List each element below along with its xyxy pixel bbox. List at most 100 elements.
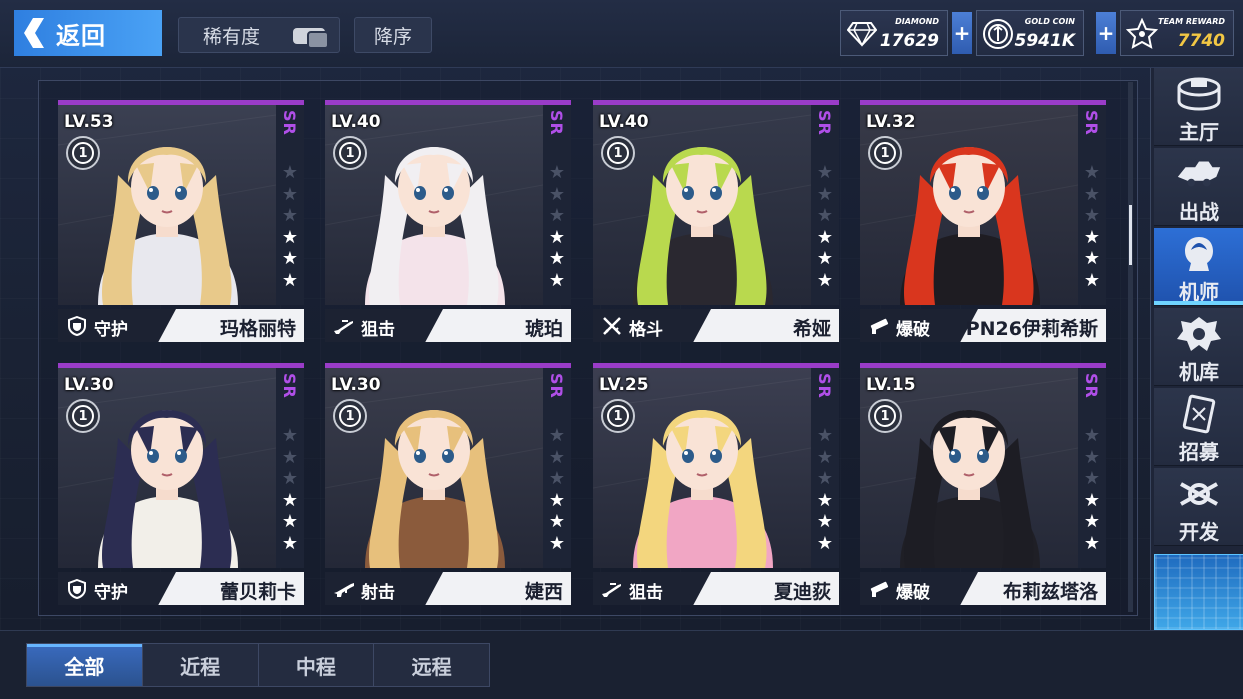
portrait-frame (860, 368, 1078, 568)
rifle-icon (333, 578, 355, 600)
role-label: 狙击 (361, 320, 395, 340)
star-filled-icon: ★ (281, 489, 299, 511)
pilot-info-bar: 射击 婕西 (325, 572, 571, 605)
role-label: 守护 (94, 583, 128, 603)
scrollbar-track[interactable] (1128, 82, 1133, 612)
rank-badge: 1 (601, 399, 635, 433)
portrait-frame (58, 105, 276, 305)
minimap-thumbnail[interactable] (1154, 554, 1243, 630)
sniper-rifle-icon (333, 315, 355, 337)
pilot-info-bar: 爆破 PN26伊莉希斯 (860, 309, 1106, 342)
star-filled-icon: ★ (548, 532, 566, 554)
add-gold-button[interactable]: + (1096, 12, 1116, 54)
rank-badge: 1 (66, 399, 100, 433)
sort-rarity-button[interactable]: 稀有度 (178, 17, 340, 53)
tab-all-label: 全部 (64, 654, 105, 679)
sidebar-label-hall: 主厅 (1179, 120, 1219, 144)
rarity-label: SR (547, 373, 566, 399)
level-label: LV.30 (64, 375, 114, 395)
gold-coin-value: 5941K (1014, 31, 1076, 51)
range-filter-tabs: 全部 近程 中程 远程 (26, 643, 490, 687)
pilot-card[interactable]: SR ★ ★ ★ ★ ★ ★ LV.30 1 守护 蕾贝莉卡 (58, 363, 304, 605)
rank-value: 1 (72, 142, 94, 164)
star-filled-icon: ★ (1083, 511, 1101, 532)
star-filled-icon: ★ (1083, 248, 1101, 269)
chevron-left-icon (18, 10, 48, 56)
star-filled-icon: ★ (548, 511, 566, 532)
role-box: 狙击 (593, 572, 711, 605)
star-empty-icon: ★ (548, 162, 566, 183)
star-empty-icon: ★ (1083, 162, 1101, 183)
tab-long-range[interactable]: 远程 (374, 644, 489, 686)
crossed-swords-icon (601, 315, 623, 337)
level-label: LV.25 (599, 375, 649, 395)
star-filled-icon: ★ (1083, 269, 1101, 291)
star-empty-icon: ★ (816, 205, 834, 226)
star-empty-icon: ★ (548, 446, 566, 468)
star-filled-icon: ★ (281, 269, 299, 291)
sidebar-item-develop[interactable]: 开发 (1154, 468, 1243, 546)
star-rating: ★ ★ ★ ★ ★ ★ (813, 162, 837, 291)
character-portrait (860, 368, 1078, 568)
pilot-card[interactable]: SR ★ ★ ★ ★ ★ ★ LV.53 1 守护 玛格丽特 (58, 100, 304, 342)
sort-order-button[interactable]: 降序 (354, 17, 432, 53)
pilot-card[interactable]: SR ★ ★ ★ ★ ★ ★ LV.32 1 爆破 PN26伊莉希斯 (860, 100, 1106, 342)
role-box: 爆破 (860, 309, 978, 342)
scrollbar-thumb[interactable] (1129, 205, 1132, 265)
character-portrait (860, 105, 1078, 305)
star-rating: ★ ★ ★ ★ ★ ★ (1080, 425, 1104, 554)
role-label: 守护 (94, 320, 128, 340)
sidebar-item-hangar[interactable]: 机库 (1154, 308, 1243, 386)
pilot-name: 婕西 (524, 581, 563, 603)
pilot-card[interactable]: SR ★ ★ ★ ★ ★ ★ LV.15 1 爆破 布莉兹塔洛 (860, 363, 1106, 605)
rank-badge: 1 (868, 136, 902, 170)
star-empty-icon: ★ (1083, 468, 1101, 489)
pilot-card[interactable]: SR ★ ★ ★ ★ ★ ★ LV.40 1 狙击 琥珀 (325, 100, 571, 342)
tab-short-range[interactable]: 近程 (143, 644, 259, 686)
hall-icon (1174, 74, 1224, 114)
back-button[interactable]: 返回 (14, 10, 162, 56)
tab-all[interactable]: 全部 (27, 644, 143, 686)
star-filled-icon: ★ (548, 489, 566, 511)
diamond-counter: DIAMOND 17629 (840, 10, 948, 56)
star-empty-icon: ★ (281, 425, 299, 446)
level-label: LV.40 (599, 112, 649, 132)
level-label: LV.40 (331, 112, 381, 132)
portrait-frame (593, 105, 811, 305)
pilot-icon (1174, 234, 1224, 274)
sort-order-label: 降序 (373, 25, 412, 48)
star-empty-icon: ★ (816, 446, 834, 468)
role-box: 守护 (58, 572, 176, 605)
add-diamond-button[interactable]: + (952, 12, 972, 54)
pilot-card[interactable]: SR ★ ★ ★ ★ ★ ★ LV.40 1 格斗 希娅 (593, 100, 839, 342)
sidebar-item-battle[interactable]: 出战 (1154, 148, 1243, 226)
star-filled-icon: ★ (1083, 532, 1101, 554)
rank-badge: 1 (333, 136, 367, 170)
star-empty-icon: ★ (816, 183, 834, 205)
main-nav-sidebar: 主厅 出战 机师 机库 招募 开发 (1150, 68, 1243, 630)
rank-value: 1 (607, 405, 629, 427)
star-filled-icon: ★ (816, 511, 834, 532)
rank-badge: 1 (66, 136, 100, 170)
gold-coin-counter: GOLD COIN 5941K (976, 10, 1084, 56)
sidebar-item-recruit[interactable]: 招募 (1154, 388, 1243, 466)
pilot-card[interactable]: SR ★ ★ ★ ★ ★ ★ LV.25 1 狙击 夏迪荻 (593, 363, 839, 605)
star-rating: ★ ★ ★ ★ ★ ★ (813, 425, 837, 554)
sidebar-item-hall[interactable]: 主厅 (1154, 68, 1243, 146)
diamond-value: 17629 (879, 31, 939, 51)
pilot-name: PN26伊莉希斯 (965, 318, 1098, 340)
shield-icon (66, 315, 88, 337)
sidebar-item-pilot[interactable]: 机师 (1154, 228, 1243, 306)
back-label: 返回 (56, 21, 106, 50)
gold-coin-icon (981, 17, 1015, 51)
pilot-card[interactable]: SR ★ ★ ★ ★ ★ ★ LV.30 1 射击 婕西 (325, 363, 571, 605)
character-portrait (58, 368, 276, 568)
tab-mid-range[interactable]: 中程 (259, 644, 375, 686)
star-empty-icon: ★ (816, 468, 834, 489)
star-filled-icon: ★ (1083, 489, 1101, 511)
rank-value: 1 (339, 142, 361, 164)
star-empty-icon: ★ (281, 205, 299, 226)
rank-value: 1 (874, 405, 896, 427)
star-empty-icon: ★ (816, 162, 834, 183)
level-label: LV.53 (64, 112, 114, 132)
